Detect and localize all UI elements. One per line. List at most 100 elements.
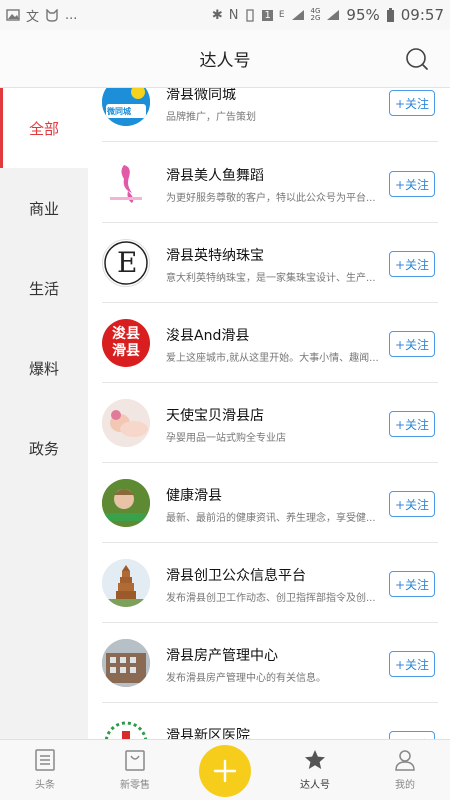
- list-item[interactable]: 滑县美人鱼舞蹈 为更好服务尊敬的客户，特以此公众号为平台... +关注: [88, 143, 450, 223]
- account-list: 微同城 滑县微同城 品牌推广，广告策划 +关注 滑县美人鱼舞蹈 为更好服务尊敬的…: [88, 88, 450, 739]
- nav-item-talent[interactable]: 达人号: [275, 740, 355, 800]
- translate-icon: 文: [26, 9, 40, 25]
- avatar-text: 微同城: [107, 107, 131, 116]
- follow-button[interactable]: +关注: [389, 571, 435, 597]
- sidebar-item-label: 政务: [28, 439, 59, 458]
- list-item[interactable]: E 滑县英特纳珠宝 意大利英特纳珠宝，是一家集珠宝设计、生产... +关注: [88, 223, 450, 303]
- image-icon: [6, 9, 20, 21]
- follow-button[interactable]: +关注: [389, 90, 435, 116]
- category-sidebar: 全部 商业 生活 爆料 政务: [0, 88, 88, 739]
- follow-button[interactable]: +关注: [389, 731, 435, 739]
- shopping-bag-icon: [125, 750, 145, 771]
- clock: 09:57: [400, 6, 444, 24]
- nav-item-new-retail[interactable]: 新零售: [95, 740, 175, 800]
- list-item[interactable]: 健康滑县 最新、最前沿的健康资讯、养生理念，享受健... +关注: [88, 463, 450, 543]
- battery-percent: 95%: [346, 6, 380, 24]
- nav-label: 新零售: [120, 780, 150, 791]
- list-item[interactable]: 微同城 滑县微同城 品牌推广，广告策划 +关注: [88, 88, 450, 142]
- sidebar-item-label: 全部: [28, 119, 59, 138]
- person-icon: [395, 750, 415, 771]
- nav-item-headlines[interactable]: 头条: [5, 740, 85, 800]
- status-bar: 文 ... ✱ N 1 E 4G 2G 95% 09:57: [0, 0, 450, 30]
- sidebar-item-news-tips[interactable]: 爆料: [0, 328, 88, 408]
- bottom-nav: 头条 新零售 达人号 我的: [0, 739, 450, 800]
- cat-icon: [46, 8, 58, 22]
- battery-icon: [386, 7, 394, 22]
- account-name: 天使宝贝滑县店: [166, 408, 264, 424]
- publish-plus-button[interactable]: [199, 745, 251, 797]
- account-description: 品牌推广，广告策划: [166, 112, 256, 123]
- account-name: 滑县房产管理中心: [166, 648, 278, 664]
- follow-button[interactable]: +关注: [389, 411, 435, 437]
- avatar: E: [102, 239, 150, 287]
- network-e-label: E: [278, 10, 285, 20]
- account-description: 孕婴用品一站式购全专业店: [166, 433, 286, 444]
- more-dots-icon: ...: [65, 7, 78, 23]
- child-photo-icon: [102, 479, 150, 527]
- plus-icon: [213, 759, 237, 783]
- avatar: [102, 159, 150, 207]
- account-name: 滑县美人鱼舞蹈: [166, 168, 264, 184]
- sidebar-item-all[interactable]: 全部: [0, 88, 88, 168]
- avatar-text: E: [117, 246, 138, 279]
- nav-item-mine[interactable]: 我的: [365, 740, 445, 800]
- account-name: 浚县And滑县: [166, 328, 250, 344]
- bluetooth-icon: ✱: [211, 7, 223, 23]
- avatar: 微同城: [102, 88, 150, 126]
- follow-button[interactable]: +关注: [389, 651, 435, 677]
- list-item[interactable]: 天使宝贝滑县店 孕婴用品一站式购全专业店 +关注: [88, 383, 450, 463]
- signal-icon-2: [327, 10, 340, 20]
- pagoda-icon: [102, 559, 150, 607]
- signal-icon: [291, 10, 304, 20]
- status-right: ✱ N 1 E 4G 2G 95% 09:57: [212, 6, 444, 24]
- sidebar-item-government[interactable]: 政务: [0, 408, 88, 488]
- account-name: 健康滑县: [166, 488, 222, 504]
- avatar: [102, 399, 150, 447]
- follow-button[interactable]: +关注: [389, 491, 435, 517]
- avatar: [102, 479, 150, 527]
- list-item[interactable]: 滑县创卫公众信息平台 发布滑县创卫工作动态、创卫指挥部指令及创... +关注: [88, 543, 450, 623]
- account-description: 为更好服务尊敬的客户，特以此公众号为平台...: [166, 193, 376, 204]
- nfc-icon: N: [228, 7, 239, 23]
- baby-photo-icon: [102, 399, 150, 447]
- page-header: 达人号: [0, 30, 450, 88]
- hospital-logo-icon: [104, 721, 148, 739]
- sidebar-item-business[interactable]: 商业: [0, 168, 88, 248]
- account-name: 滑县微同城: [166, 88, 236, 103]
- avatar-text: 浚县滑县: [112, 326, 140, 359]
- list-item[interactable]: 滑县房产管理中心 发布滑县房产管理中心的有关信息。 +关注: [88, 623, 450, 703]
- account-description: 最新、最前沿的健康资讯、养生理念，享受健...: [166, 513, 376, 524]
- sidebar-item-label: 爆料: [28, 359, 59, 378]
- follow-button[interactable]: +关注: [389, 251, 435, 277]
- avatar: [102, 559, 150, 607]
- account-description: 发布滑县创卫工作动态、创卫指挥部指令及创...: [166, 593, 376, 604]
- nav-label: 头条: [35, 780, 55, 791]
- search-icon[interactable]: [404, 46, 430, 72]
- follow-button[interactable]: +关注: [389, 331, 435, 357]
- sidebar-item-life[interactable]: 生活: [0, 248, 88, 328]
- mermaid-icon: [110, 165, 142, 203]
- avatar: [102, 639, 150, 687]
- news-icon: [35, 749, 55, 771]
- star-icon: [305, 750, 325, 769]
- account-description: 意大利英特纳珠宝，是一家集珠宝设计、生产...: [166, 273, 376, 284]
- network-2g-label: 2G: [310, 14, 321, 22]
- account-description: 发布滑县房产管理中心的有关信息。: [166, 673, 326, 684]
- account-description: 爱上这座城市,就从这里开始。大事小情、趣闻...: [166, 353, 379, 364]
- avatar: 浚县滑县: [102, 319, 150, 367]
- account-name: 滑县新区医院: [166, 728, 250, 739]
- nav-label: 达人号: [300, 780, 330, 791]
- list-item[interactable]: 滑县新区医院 +关注: [88, 703, 450, 739]
- sidebar-item-label: 商业: [28, 199, 59, 218]
- divider: [102, 141, 438, 142]
- account-name: 滑县创卫公众信息平台: [166, 568, 306, 584]
- vibrate-icon: [246, 8, 255, 22]
- follow-button[interactable]: +关注: [389, 171, 435, 197]
- list-item[interactable]: 浚县滑县 浚县And滑县 爱上这座城市,就从这里开始。大事小情、趣闻... +关…: [88, 303, 450, 383]
- nav-label: 我的: [395, 780, 415, 791]
- status-left: 文 ...: [6, 6, 77, 25]
- sidebar-item-label: 生活: [28, 279, 59, 298]
- page-title: 达人号: [199, 51, 251, 71]
- account-name: 滑县英特纳珠宝: [166, 248, 264, 264]
- network-4g-2g: 4G 2G: [311, 8, 321, 22]
